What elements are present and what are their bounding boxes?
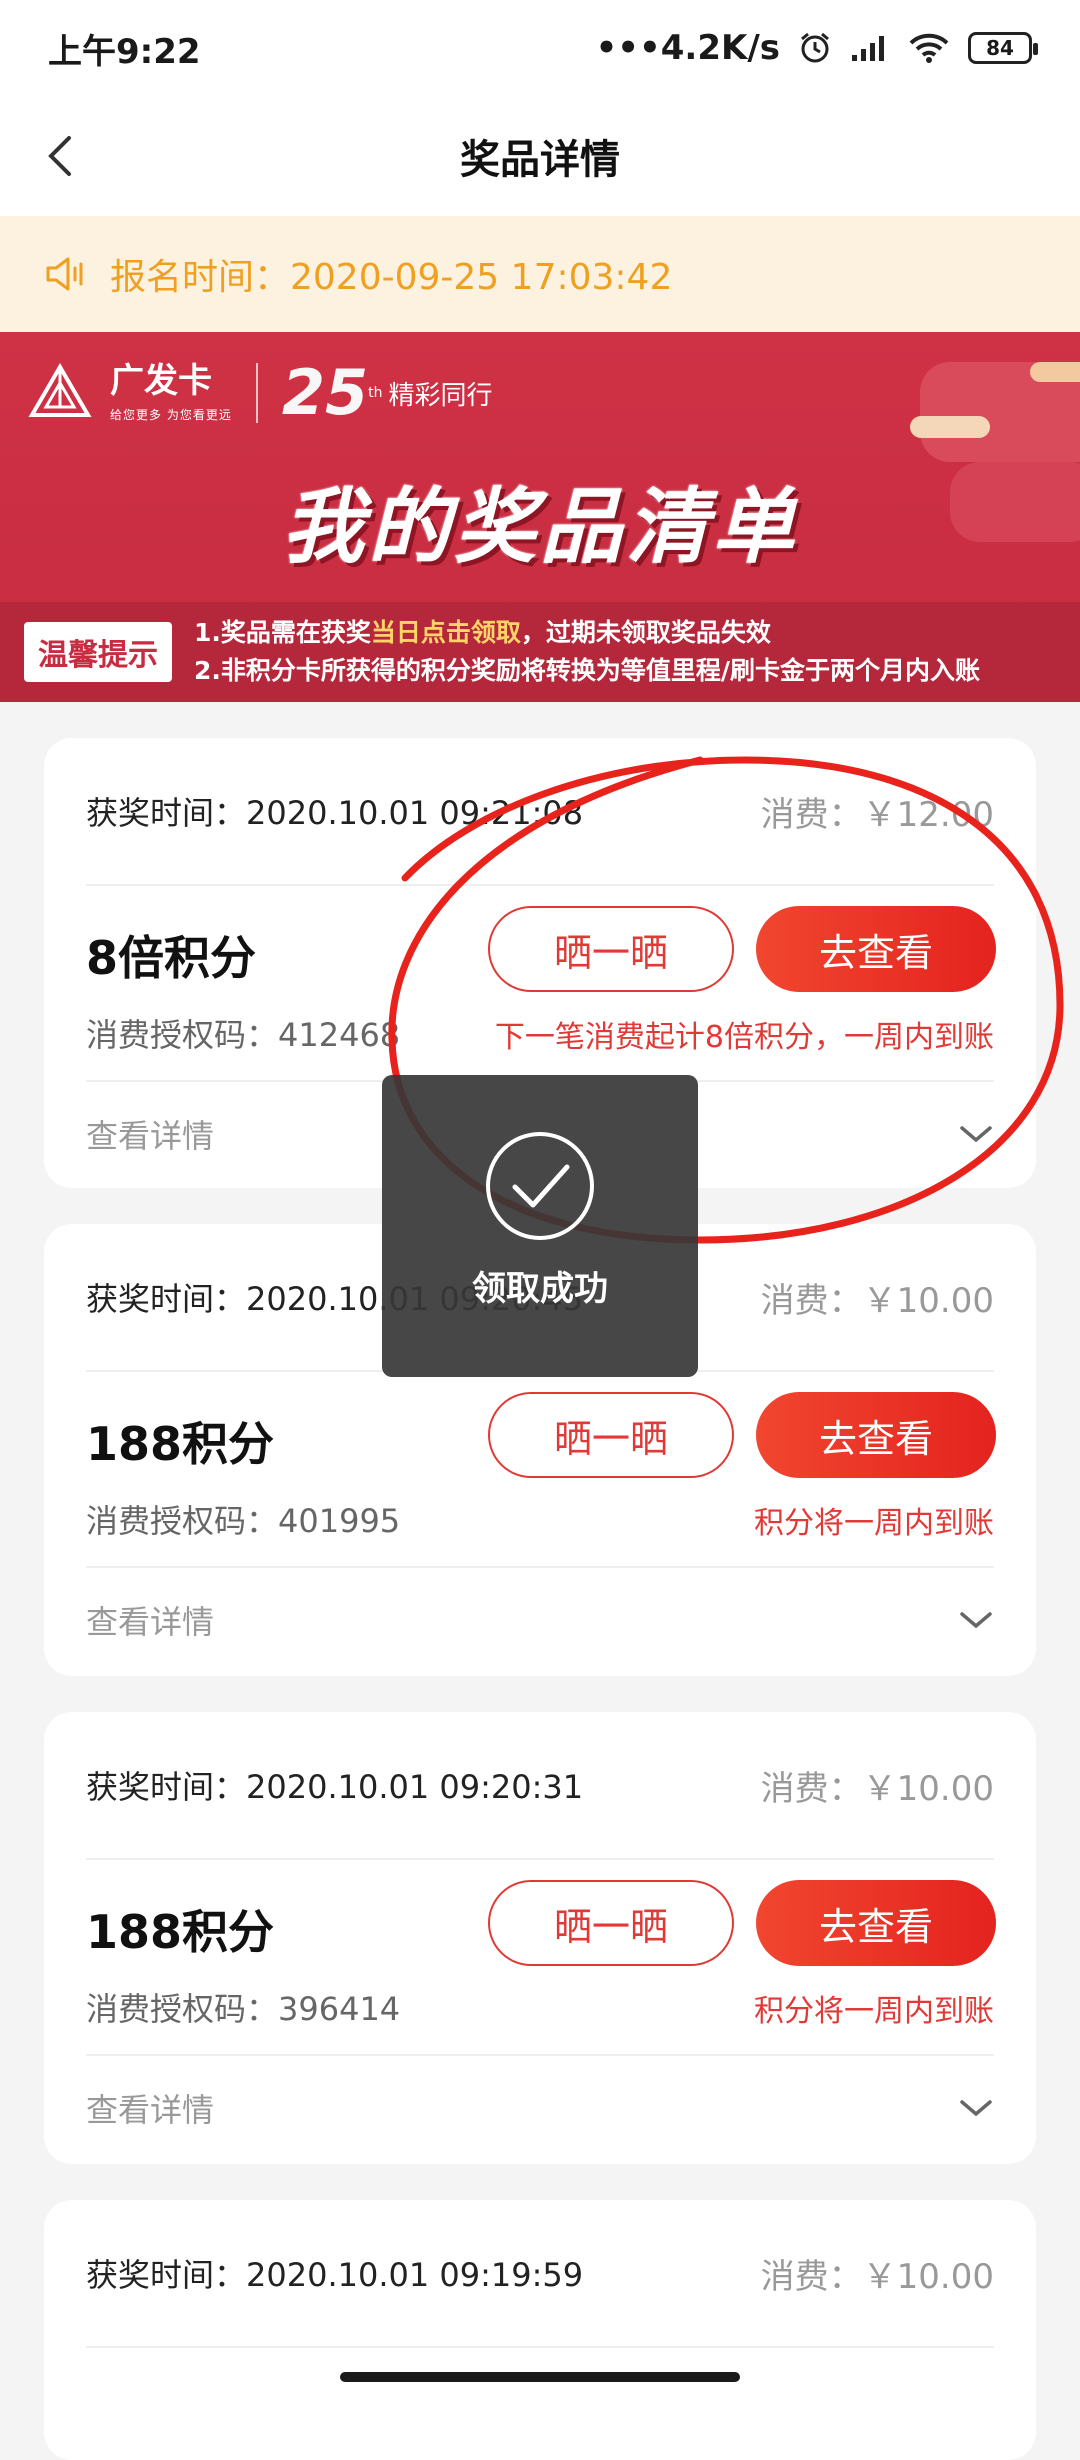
anniversary-number: 25	[281, 356, 369, 429]
tip1-prefix: 1.奖品需在获奖	[194, 618, 371, 647]
home-indicator[interactable]	[340, 2372, 740, 2382]
award-time: 获奖时间：2020.10.01 09:20:31	[86, 1768, 584, 1806]
chevron-down-icon[interactable]	[958, 2096, 994, 2120]
card-header: 获奖时间：2020.10.01 09:19:59 消费：￥10.00	[86, 2200, 994, 2348]
tip1-suffix: ，过期未领取奖品失效	[520, 618, 771, 647]
award-time: 获奖时间：2020.10.01 09:19:59	[86, 2256, 584, 2294]
share-button[interactable]: 晒一晒	[488, 1392, 734, 1478]
auth-code: 消费授权码：412468	[86, 1016, 401, 1054]
notice-bar: 报名时间：2020-09-25 17:03:42	[0, 216, 1080, 332]
status-icons: •••4.2K/s 84	[595, 28, 1038, 68]
success-toast: 领取成功	[382, 1075, 698, 1377]
detail-row[interactable]: 查看详情	[86, 2056, 994, 2160]
prize-name: 188积分	[86, 1905, 275, 1959]
spend-amount: 消费：￥10.00	[760, 2256, 994, 2297]
header: 奖品详情	[0, 96, 1080, 216]
card-header: 获奖时间：2020.10.01 09:20:31 消费：￥10.00	[86, 1712, 994, 1860]
anniversary-suffix: th	[368, 385, 383, 401]
spend-amount: 消费：￥12.00	[760, 794, 994, 835]
card-body: 8倍积分 消费授权码：412468 晒一晒 去查看 下一笔消费起计8倍积分，一周…	[86, 886, 996, 1082]
brand-slogan: 给您更多 为您看更远	[110, 407, 232, 422]
prize-name: 8倍积分	[86, 931, 257, 985]
card-body: 188积分 消费授权码：401995 晒一晒 去查看 积分将一周内到账	[86, 1372, 996, 1568]
tips-badge: 温馨提示	[24, 622, 172, 682]
prize-note: 积分将一周内到账	[754, 1994, 994, 2029]
auth-code: 消费授权码：401995	[86, 1502, 401, 1540]
back-button[interactable]	[30, 126, 90, 186]
prize-card: 获奖时间：2020.10.01 09:20:31 消费：￥10.00 188积分…	[44, 1712, 1036, 2164]
spend-amount: 消费：￥10.00	[760, 1280, 994, 1321]
page-title: 奖品详情	[460, 137, 620, 183]
card-header: 获奖时间：2020.10.01 09:21:08 消费：￥12.00	[86, 738, 994, 886]
spend-amount: 消费：￥10.00	[760, 1768, 994, 1809]
award-time: 获奖时间：2020.10.01 09:21:08	[86, 794, 584, 832]
logo-divider	[255, 363, 258, 423]
tip1-highlight: 当日点击领取	[370, 618, 521, 647]
tip-line-2: 2.非积分卡所获得的积分奖励将转换为等值里程/刷卡金于两个月内入账	[194, 656, 981, 685]
network-speed: •••4.2K/s	[595, 28, 780, 68]
speaker-icon	[46, 257, 83, 291]
banner-title: 我的奖品清单	[282, 480, 798, 575]
brand-logo: 广发卡 给您更多 为您看更远 25 th 精彩同行	[28, 362, 493, 424]
card-body: 188积分 消费授权码：396414 晒一晒 去查看 积分将一周内到账	[86, 1860, 996, 2056]
status-bar: 上午9:22 •••4.2K/s 84	[0, 0, 1080, 96]
prize-note: 下一笔消费起计8倍积分，一周内到账	[494, 1020, 994, 1055]
signup-time-text: 报名时间：2020-09-25 17:03:42	[110, 257, 673, 298]
share-button[interactable]: 晒一晒	[488, 906, 734, 992]
chevron-down-icon[interactable]	[958, 1608, 994, 1632]
brand-logo-icon	[28, 363, 92, 417]
auth-code: 消费授权码：396414	[86, 1990, 401, 2028]
tip-line-1: 1.奖品需在获奖当日点击领取，过期未领取奖品失效	[194, 614, 980, 652]
anniversary-text: 精彩同行	[388, 380, 493, 411]
prize-card: 获奖时间：2020.10.01 09:19:59 消费：￥10.00	[44, 2200, 1036, 2460]
prize-name: 188积分	[86, 1417, 275, 1471]
wifi-icon	[908, 32, 950, 64]
detail-link[interactable]: 查看详情	[86, 1597, 214, 1643]
tips-row: 温馨提示 1.奖品需在获奖当日点击领取，过期未领取奖品失效 2.非积分卡所获得的…	[0, 602, 1080, 702]
detail-row[interactable]: 查看详情	[86, 1568, 994, 1672]
prize-note: 积分将一周内到账	[754, 1506, 994, 1541]
prize-list-banner: 广发卡 给您更多 为您看更远 25 th 精彩同行 我的奖品清单 温馨提示 1.…	[0, 332, 1080, 702]
brand-name: 广发卡	[110, 360, 212, 401]
share-button[interactable]: 晒一晒	[488, 1880, 734, 1966]
view-button[interactable]: 去查看	[756, 1392, 996, 1478]
view-button[interactable]: 去查看	[756, 906, 996, 992]
detail-link[interactable]: 查看详情	[86, 2085, 214, 2131]
chevron-down-icon[interactable]	[958, 1122, 994, 1146]
detail-link[interactable]: 查看详情	[86, 1111, 214, 1157]
toast-text: 领取成功	[472, 1269, 608, 1309]
alarm-icon	[798, 31, 832, 65]
chevron-left-icon	[48, 136, 71, 176]
battery-level: 84	[986, 36, 1014, 60]
signal-icon	[850, 33, 890, 63]
view-button[interactable]: 去查看	[756, 1880, 996, 1966]
tips-text: 1.奖品需在获奖当日点击领取，过期未领取奖品失效 2.非积分卡所获得的积分奖励将…	[194, 614, 980, 690]
check-circle-icon	[486, 1132, 594, 1240]
battery-icon: 84	[968, 32, 1038, 64]
status-time: 上午9:22	[48, 31, 201, 72]
